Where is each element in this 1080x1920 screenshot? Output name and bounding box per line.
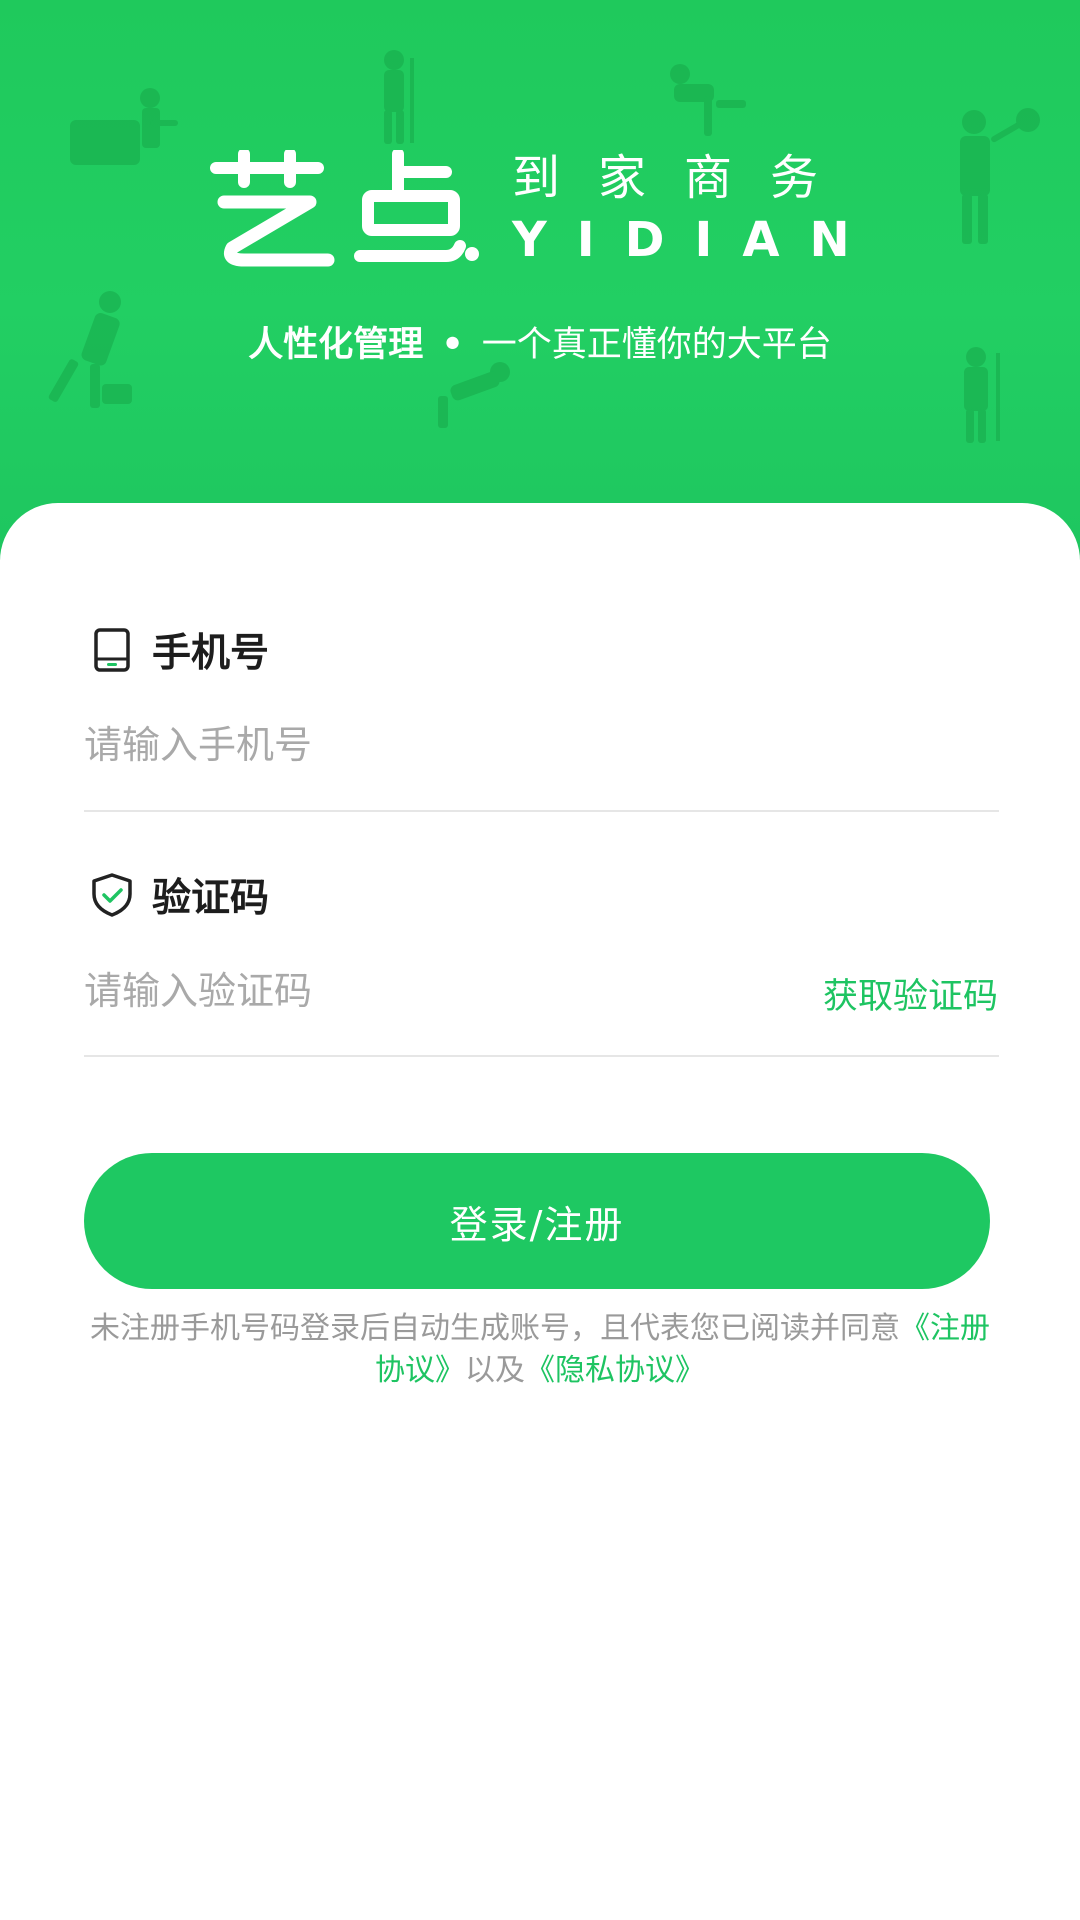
code-input[interactable] — [84, 961, 684, 1021]
agreement-text: 未注册手机号码登录后自动生成账号，且代表您已阅读并同意《注册协议》以及《隐私协议… — [80, 1308, 1000, 1392]
slogan-text: 一个真正懂你的大平台 — [481, 325, 832, 365]
phone-divider — [84, 810, 999, 812]
slogan: 人性化管理 • 一个真正懂你的大平台 — [0, 320, 1080, 370]
feather-duster-worker-silhouette-icon — [960, 108, 1040, 244]
crouching-worker-silhouette-icon — [438, 362, 510, 428]
code-label: 验证码 — [152, 876, 270, 921]
get-code-button[interactable]: 获取验证码 — [823, 968, 998, 1019]
slogan-highlight: 人性化管理 — [248, 325, 424, 365]
slogan-separator: • — [441, 325, 464, 365]
code-divider — [84, 1055, 999, 1057]
bending-worker-silhouette-icon — [670, 64, 746, 136]
agreement-prefix: 未注册手机号码登录后自动生成账号，且代表您已阅读并同意 — [90, 1311, 900, 1346]
brand-tagline: 到家商务 YIDIAN — [512, 148, 872, 266]
shield-check-icon — [90, 873, 134, 917]
phone-field-label: 手机号 — [90, 625, 270, 676]
brand-logo — [210, 150, 480, 270]
phone-label: 手机号 — [152, 631, 270, 676]
phone-input[interactable] — [84, 715, 984, 775]
header-banner: 到家商务 YIDIAN 人性化管理 • 一个真正懂你的大平台 — [0, 0, 1080, 560]
code-field-label: 验证码 — [90, 870, 270, 921]
phone-icon — [90, 628, 134, 672]
login-card: 手机号 验证码 获取验证码 登录/注册 未注册手机号码登录后自动生成账号，且代表… — [0, 503, 1080, 1920]
cleaner-silhouette-icon — [70, 88, 178, 165]
mopping-worker-silhouette-icon — [384, 50, 414, 144]
privacy-agreement-link[interactable]: 《隐私协议》 — [525, 1353, 705, 1388]
brand-tagline-cn: 到家商务 — [512, 150, 857, 206]
agreement-conjunction: 以及 — [465, 1353, 525, 1388]
login-register-button[interactable]: 登录/注册 — [84, 1153, 990, 1289]
brand-tagline-en: YIDIAN — [512, 212, 880, 268]
